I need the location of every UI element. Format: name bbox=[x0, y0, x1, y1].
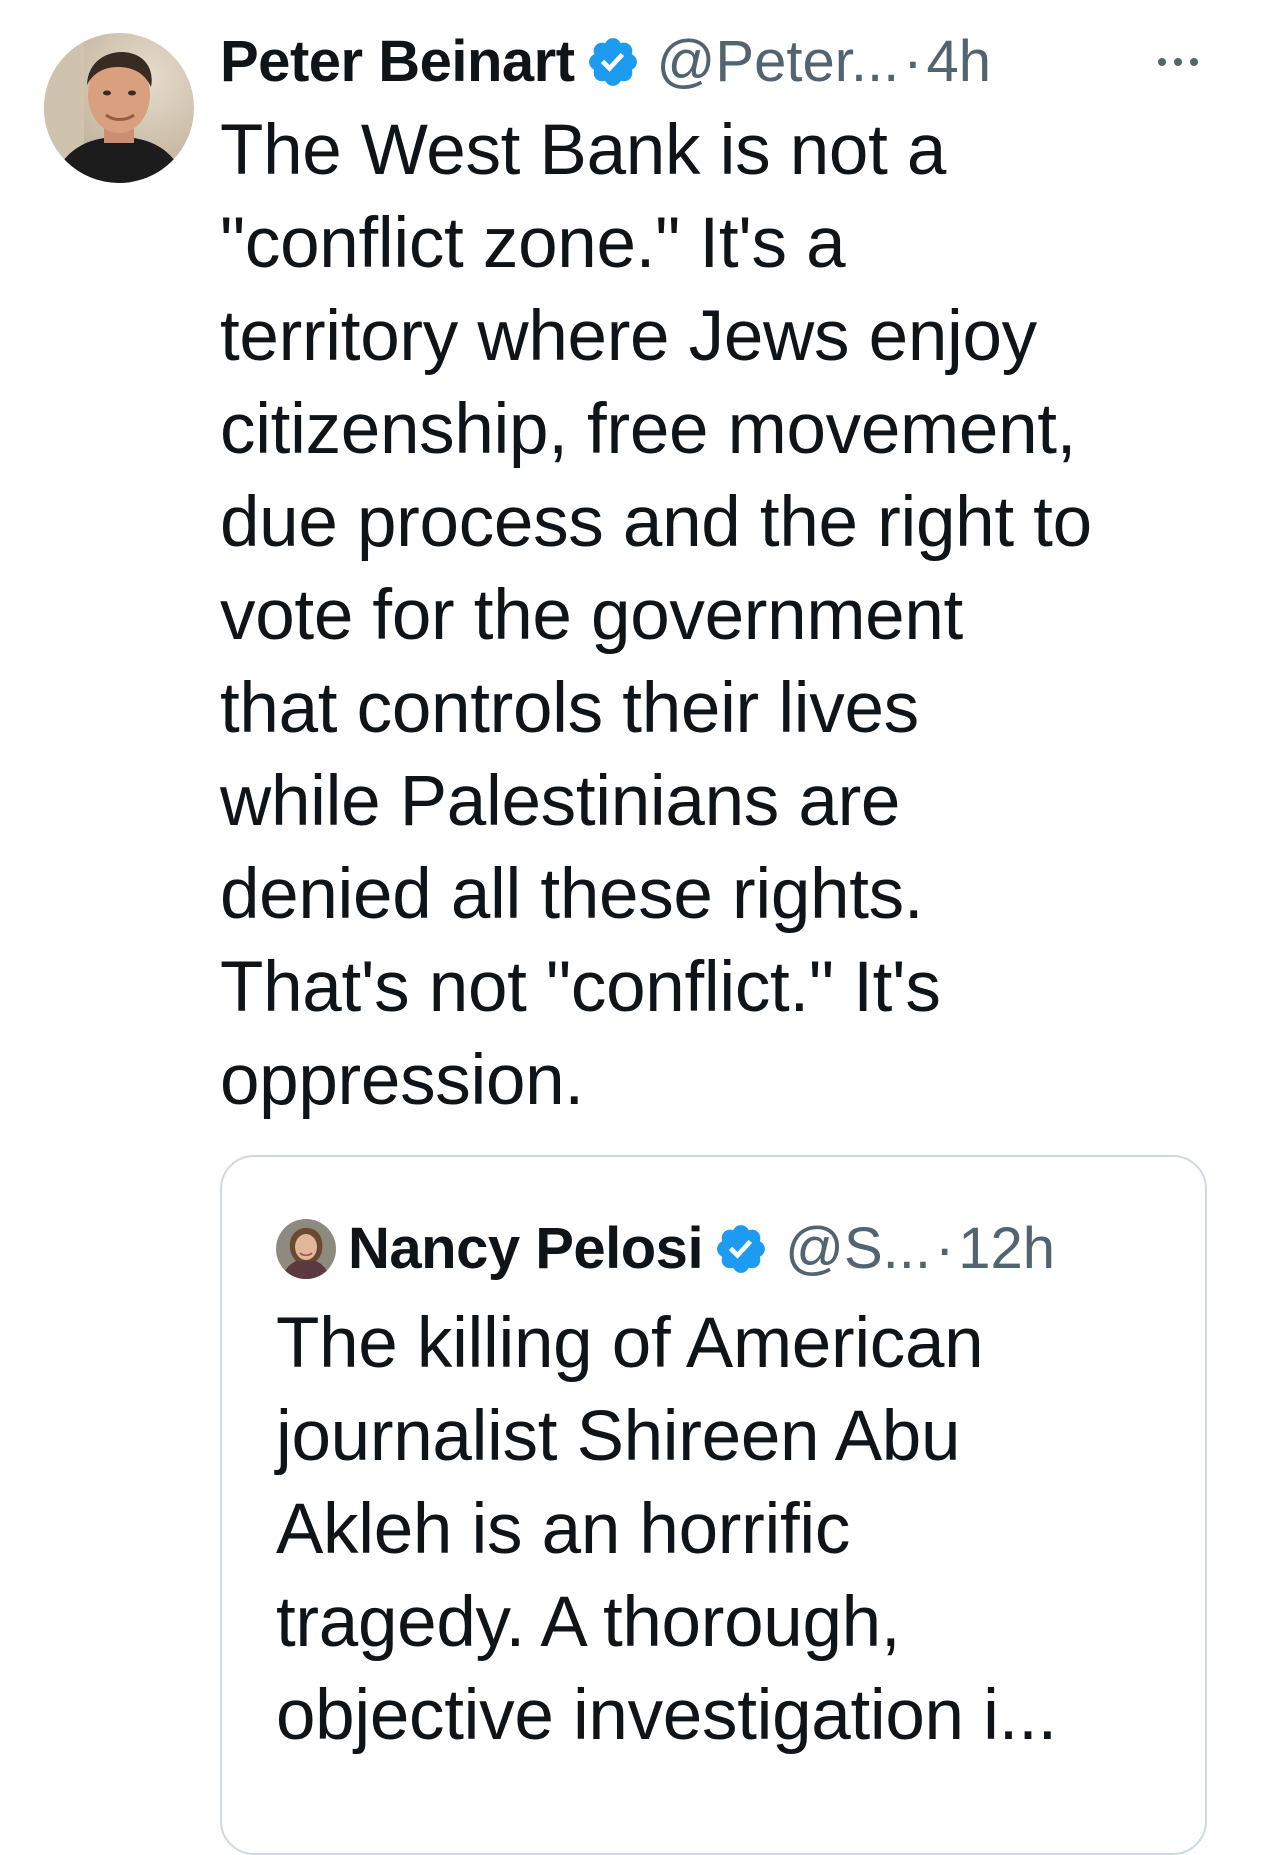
quoted-avatar-photo-icon bbox=[276, 1219, 336, 1279]
timestamp[interactable]: 4h bbox=[927, 22, 992, 102]
tweet[interactable]: Peter Beinart @Peter... · 4h The West Ba… bbox=[0, 0, 1269, 1855]
tweet-header: Peter Beinart @Peter... · 4h bbox=[220, 22, 991, 102]
quoted-author-handle: @S... bbox=[785, 1216, 931, 1281]
quoted-tweet-text: The killing of American journalist Shire… bbox=[276, 1304, 1057, 1755]
separator-dot: · bbox=[903, 29, 923, 94]
quoted-author-name: Nancy Pelosi bbox=[348, 1216, 704, 1281]
quoted-separator-dot: · bbox=[934, 1216, 955, 1281]
verified-badge-icon[interactable] bbox=[585, 34, 641, 90]
verified-badge-icon bbox=[713, 1221, 769, 1277]
more-options-icon[interactable] bbox=[1148, 42, 1208, 82]
quoted-tweet-header: Nancy Pelosi @S... · 12h bbox=[276, 1209, 1055, 1289]
author-handle[interactable]: @Peter... bbox=[657, 22, 900, 102]
avatar-photo-icon bbox=[44, 33, 194, 183]
author-name[interactable]: Peter Beinart bbox=[220, 22, 575, 102]
quoted-timestamp: 12h bbox=[958, 1216, 1056, 1281]
quoted-tweet-card[interactable]: Nancy Pelosi @S... · 12h The killing of … bbox=[220, 1155, 1207, 1855]
tweet-text: The West Bank is not a "conflict zone." … bbox=[220, 111, 1092, 1120]
quoted-author-avatar bbox=[276, 1219, 336, 1279]
author-avatar[interactable] bbox=[44, 33, 194, 183]
